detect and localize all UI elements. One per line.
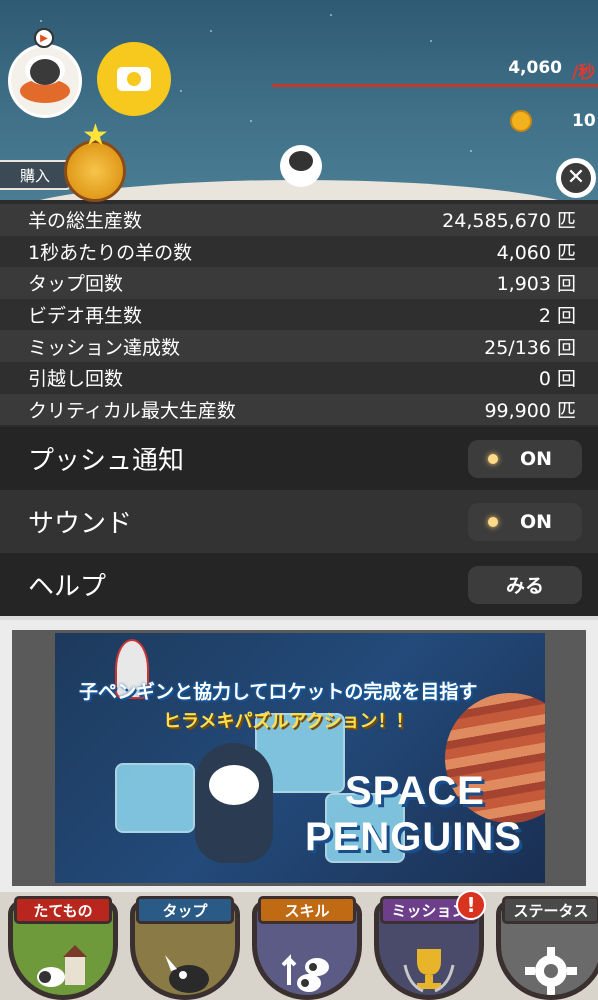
stat-value: 4,060 匹 <box>496 241 576 264</box>
rate-underline <box>272 84 598 87</box>
tap-icon <box>165 955 209 993</box>
buy-button[interactable]: 購入 <box>0 160 72 190</box>
stat-label: ミッション達成数 <box>28 336 181 359</box>
push-notification-row: プッシュ通知 ON <box>0 427 598 490</box>
video-play-icon[interactable]: ▶ <box>34 28 54 48</box>
help-view-button[interactable]: みる <box>468 565 582 604</box>
star-icon: ★ <box>82 118 109 153</box>
trophy-icon <box>403 949 455 993</box>
stat-value: 25/136 回 <box>484 336 576 359</box>
ad-banner[interactable]: 子ペンギンと協力してロケットの完成を目指す ヒラメキパズルアクション！！ SPA… <box>55 633 545 883</box>
star <box>330 14 332 16</box>
sound-toggle[interactable]: ON <box>468 502 582 541</box>
nav-label: ステータス <box>502 896 598 924</box>
stat-label: 引越し回数 <box>28 368 124 391</box>
stat-value: 2 回 <box>538 305 576 328</box>
player-avatar[interactable] <box>8 44 82 118</box>
stat-label: 羊の総生産数 <box>28 210 143 233</box>
nav-tap[interactable]: タップ <box>130 896 240 1000</box>
nav-label: スキル <box>258 896 356 924</box>
stat-row: ビデオ再生数 2 回 <box>0 298 598 331</box>
star <box>180 90 182 92</box>
star <box>430 40 432 42</box>
penguin-icon <box>195 743 273 863</box>
floating-sheep[interactable] <box>280 145 322 187</box>
sound-row: サウンド ON <box>0 490 598 553</box>
ad-title-line2: PENGUINS <box>305 815 522 859</box>
stats-list: 羊の総生産数 24,585,670 匹 1秒あたりの羊の数 4,060 匹 タッ… <box>0 204 598 426</box>
stat-label: ビデオ再生数 <box>28 305 143 328</box>
star <box>210 30 212 32</box>
push-notification-label: プッシュ通知 <box>28 446 185 476</box>
ad-tagline: 子ペンギンと協力してロケットの完成を目指す <box>79 681 478 703</box>
nav-skills[interactable]: スキル <box>252 896 362 1000</box>
nav-label: たてもの <box>14 896 112 924</box>
stat-value: 1,903 回 <box>496 273 576 296</box>
building-icon <box>37 945 87 987</box>
stat-row: ミッション達成数 25/136 回 <box>0 330 598 362</box>
toggle-state: ON <box>520 447 553 470</box>
toggle-state: ON <box>520 510 553 533</box>
stat-row: 羊の総生産数 24,585,670 匹 <box>0 204 598 236</box>
star <box>470 150 472 152</box>
star <box>250 120 252 122</box>
sound-label: サウンド <box>28 509 133 539</box>
help-row: ヘルプ みる <box>0 553 598 616</box>
camera-icon <box>117 67 151 91</box>
stat-label: クリティカル最大生産数 <box>28 399 236 422</box>
stat-value: 99,900 匹 <box>484 399 576 422</box>
screenshot-button[interactable] <box>97 42 171 116</box>
push-notification-toggle[interactable]: ON <box>468 439 582 478</box>
close-button[interactable]: ✕ <box>556 158 596 198</box>
nav-buildings[interactable]: たてもの <box>8 896 118 1000</box>
coin-count: 10 <box>572 111 596 131</box>
stat-row: クリティカル最大生産数 99,900 匹 <box>0 393 598 426</box>
ad-area: 子ペンギンと協力してロケットの完成を目指す ヒラメキパズルアクション！！ SPA… <box>0 620 598 892</box>
settings-list: プッシュ通知 ON サウンド ON ヘルプ みる <box>0 427 598 616</box>
production-rate-unit: /秒 <box>572 63 596 83</box>
toggle-indicator-icon <box>488 516 498 527</box>
stat-value: 24,585,670 匹 <box>442 210 576 233</box>
toggle-indicator-icon <box>488 453 498 464</box>
stat-label: 1秒あたりの羊の数 <box>28 241 193 264</box>
nav-label: タップ <box>136 896 234 924</box>
mission-alert-badge: ! <box>456 890 486 920</box>
stat-value: 0 回 <box>538 368 576 391</box>
help-label: ヘルプ <box>28 572 107 602</box>
gear-icon <box>525 947 577 995</box>
stat-row: 引越し回数 0 回 <box>0 361 598 394</box>
sheep-icon <box>30 59 60 85</box>
stat-row: 1秒あたりの羊の数 4,060 匹 <box>0 235 598 268</box>
close-icon: ✕ <box>561 163 591 193</box>
star <box>40 20 42 22</box>
coin-icon <box>510 110 532 132</box>
skill-icon <box>281 954 329 992</box>
ad-title-line1: SPACE <box>345 769 485 813</box>
ice-cube-icon <box>115 763 195 833</box>
production-rate: 4,060 <box>508 58 562 78</box>
nav-status[interactable]: ステータス <box>496 896 598 1000</box>
ad-subtitle: ヒラメキパズルアクション！！ <box>163 711 414 732</box>
bottom-nav: たてもの タップ スキル ミッション ステータス <box>0 892 598 1000</box>
stat-label: タップ回数 <box>28 273 124 296</box>
stat-row: タップ回数 1,903 回 <box>0 267 598 299</box>
